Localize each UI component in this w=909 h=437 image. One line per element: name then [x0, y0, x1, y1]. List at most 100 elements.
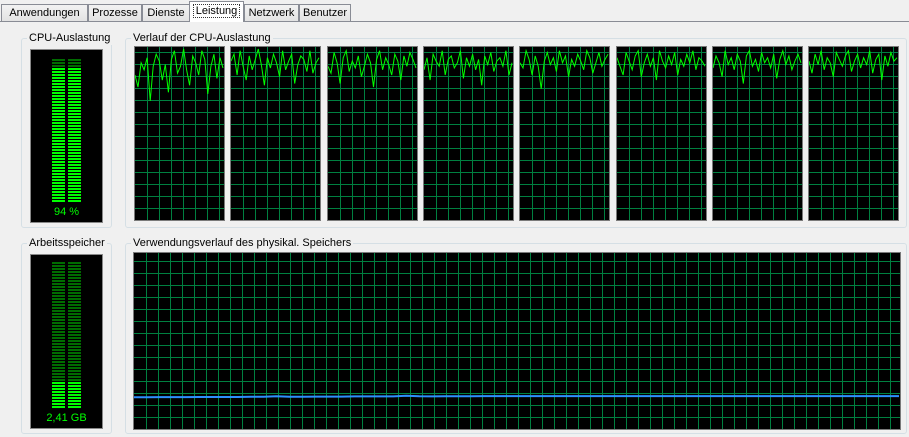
cpu-meter-segment [68, 167, 81, 169]
memory-meter-segment [52, 403, 65, 405]
memory-meter-segment [68, 346, 81, 348]
memory-meter-segment [52, 346, 65, 348]
memory-meter-segment [68, 337, 81, 339]
cpu-meter-segment [68, 80, 81, 82]
cpu-meter-segment [68, 146, 81, 148]
cpu-meter-segment [52, 188, 65, 190]
tab-prozesse[interactable]: Prozesse [88, 4, 142, 21]
cpu-core-graph-1 [134, 46, 225, 221]
memory-meter-segment [68, 343, 81, 345]
cpu-meter-segment [68, 92, 81, 94]
cpu-core-graph-7 [711, 46, 803, 221]
cpu-core-graph-3 [326, 46, 418, 221]
cpu-usage-line [327, 48, 417, 88]
cpu-meter-segment [68, 161, 81, 163]
memory-meter-segment [52, 268, 65, 270]
memory-meter-segment [52, 292, 65, 294]
cpu-meter-segment [52, 65, 65, 67]
cpu-meter-segment [52, 80, 65, 82]
memory-meter-segment [52, 319, 65, 321]
cpu-meter-segment [68, 68, 81, 70]
cpu-core-chart [809, 47, 899, 220]
cpu-meter-segment [68, 95, 81, 97]
cpu-meter-segment [68, 185, 81, 187]
memory-meter-segment [52, 367, 65, 369]
cpu-meter-segment [52, 83, 65, 85]
tab-dienste[interactable]: Dienste [142, 4, 190, 21]
cpu-meter-segment [52, 170, 65, 172]
cpu-meter-segment [68, 71, 81, 73]
tab-label: Benutzer [302, 7, 348, 19]
memory-meter-segment [52, 373, 65, 375]
tab-benutzer[interactable]: Benutzer [299, 4, 351, 21]
cpu-meter-segment [68, 170, 81, 172]
cpu-meter-segment [52, 176, 65, 178]
cpu-usage-line [423, 50, 513, 86]
tab-anwendungen[interactable]: Anwendungen [1, 4, 88, 21]
cpu-meter-segment [52, 86, 65, 88]
cpu-meter-segment [52, 134, 65, 136]
cpu-meter-segment [52, 167, 65, 169]
cpu-meter-segment [68, 113, 81, 115]
cpu-meter-segment [68, 164, 81, 166]
memory-meter-segment [68, 331, 81, 333]
memory-meter-segment [68, 361, 81, 363]
memory-meter-segment [68, 307, 81, 309]
cpu-meter-segment [52, 182, 65, 184]
memory-meter-segment [52, 271, 65, 273]
memory-meter-segment [68, 376, 81, 378]
memory-meter-segment [52, 313, 65, 315]
cpu-meter-segment [68, 62, 81, 64]
cpu-meter-segment [52, 128, 65, 130]
memory-meter-segment [52, 280, 65, 282]
cpu-usage-meter: 94 % [30, 49, 103, 223]
cpu-meter-segment [68, 107, 81, 109]
cpu-usage-line [231, 48, 320, 86]
cpu-meter-segment [52, 113, 65, 115]
cpu-meter-segment [68, 77, 81, 79]
memory-meter-segment [68, 292, 81, 294]
cpu-meter-segment [52, 146, 65, 148]
cpu-meter-segment [52, 71, 65, 73]
memory-meter-segment [68, 304, 81, 306]
memory-meter-segment [52, 358, 65, 360]
memory-usage-line [134, 394, 899, 399]
memory-meter-segment [68, 295, 81, 297]
memory-meter-segment [52, 391, 65, 393]
memory-meter-segment [52, 304, 65, 306]
memory-meter-bars [52, 262, 81, 408]
memory-meter-segment [52, 352, 65, 354]
memory-meter-segment [52, 289, 65, 291]
cpu-meter-segment [68, 59, 81, 61]
memory-group: Arbeitsspeicher 2,41 GB [21, 236, 112, 434]
memory-meter-segment [68, 382, 81, 384]
tab-netzwerk[interactable]: Netzwerk [244, 4, 299, 21]
cpu-meter-segment [68, 89, 81, 91]
cpu-meter-segment [52, 59, 65, 61]
cpu-meter-segment [52, 164, 65, 166]
memory-meter-segment [68, 268, 81, 270]
memory-meter-segment [68, 391, 81, 393]
cpu-meter-segment [52, 125, 65, 127]
memory-value: 2,41 GB [46, 412, 87, 424]
cpu-meter-segment [52, 110, 65, 112]
memory-history-graph [133, 252, 901, 430]
memory-meter-segment [52, 400, 65, 402]
cpu-meter-segment [52, 107, 65, 109]
tab-leistung[interactable]: Leistung [189, 1, 244, 22]
cpu-meter-segment [52, 179, 65, 181]
cpu-meter-segment [68, 65, 81, 67]
memory-meter-segment [68, 367, 81, 369]
memory-meter-segment [52, 274, 65, 276]
cpu-meter-segment [68, 155, 81, 157]
cpu-meter-segment [68, 119, 81, 121]
cpu-meter-segment [52, 77, 65, 79]
memory-meter-segment [52, 406, 65, 408]
cpu-core-chart [616, 47, 706, 220]
cpu-core-chart [520, 47, 610, 220]
memory-meter-segment [68, 310, 81, 312]
memory-meter-segment [68, 322, 81, 324]
cpu-meter-segment [52, 68, 65, 70]
memory-meter-segment [52, 316, 65, 318]
memory-meter-segment [52, 370, 65, 372]
